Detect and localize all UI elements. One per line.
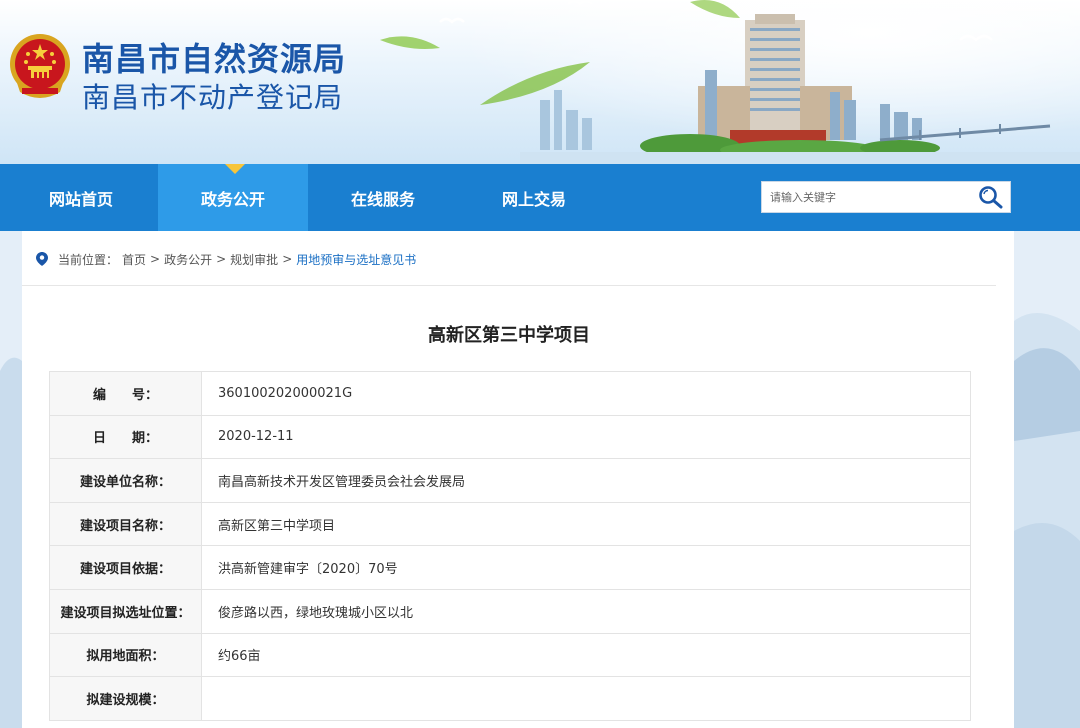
search-icon[interactable] (976, 184, 1006, 210)
breadcrumb: 当前位置： 首页 > 政务公开 > 规划审批 > 用地预审与选址意见书 (36, 251, 416, 267)
field-label-construction-scale: 拟建设规模： (49, 676, 202, 721)
field-label-site-location: 建设项目拟选址位置： (49, 588, 202, 634)
site-title-primary: 南昌市自然资源局 (82, 40, 347, 78)
search-box (761, 181, 1011, 213)
field-value-number: 360100202000021G (201, 371, 971, 416)
table-row: 建设单位名称： 南昌高新技术开发区管理委员会社会发展局 (49, 458, 971, 503)
field-label-land-area: 拟用地面积： (49, 632, 202, 678)
field-label-project-basis: 建设项目依据： (49, 545, 202, 590)
nav-item-online-trading[interactable]: 网上交易 (459, 164, 609, 231)
nav-item-home[interactable]: 网站首页 (6, 164, 156, 231)
nav-item-government-affairs[interactable]: 政务公开 (158, 164, 308, 231)
table-row: 拟建设规模： (49, 676, 971, 721)
field-value-project-basis: 洪高新管建审字〔2020〕70号 (201, 545, 971, 590)
field-value-date: 2020-12-11 (201, 414, 971, 460)
location-pin-icon (36, 252, 48, 266)
field-label-project-name: 建设项目名称： (49, 501, 202, 547)
active-nav-indicator (225, 164, 245, 174)
breadcrumb-current[interactable]: 用地预审与选址意见书 (296, 251, 416, 268)
field-label-date: 日 期： (49, 414, 202, 460)
breadcrumb-separator: > (150, 252, 161, 266)
breadcrumb-government-affairs[interactable]: 政务公开 (164, 251, 212, 268)
field-label-construction-unit: 建设单位名称： (49, 458, 202, 503)
breadcrumb-separator: > (216, 252, 227, 266)
field-label-number: 编 号： (49, 371, 202, 416)
table-row: 日 期： 2020-12-11 (49, 414, 971, 460)
table-row: 建设项目拟选址位置： 俊彦路以西，绿地玫瑰城小区以北 (49, 588, 971, 634)
breadcrumb-planning-approval[interactable]: 规划审批 (230, 251, 278, 268)
divider (22, 285, 996, 286)
national-emblem-icon (10, 34, 70, 98)
site-title-secondary: 南昌市不动产登记局 (82, 81, 344, 114)
cityscape-banner-image (380, 0, 1080, 164)
field-value-site-location: 俊彦路以西，绿地玫瑰城小区以北 (201, 588, 971, 634)
breadcrumb-home[interactable]: 首页 (122, 251, 146, 268)
article-container: 当前位置： 首页 > 政务公开 > 规划审批 > 用地预审与选址意见书 高新区第… (22, 231, 1014, 728)
field-value-construction-unit: 南昌高新技术开发区管理委员会社会发展局 (201, 458, 971, 503)
site-header: 南昌市自然资源局 南昌市不动产登记局 (0, 0, 1080, 164)
table-row: 编 号： 360100202000021G (49, 371, 971, 416)
field-value-project-name: 高新区第三中学项目 (201, 501, 971, 547)
table-row: 建设项目名称： 高新区第三中学项目 (49, 501, 971, 547)
project-info-table: 编 号： 360100202000021G 日 期： 2020-12-11 建设… (49, 371, 971, 721)
breadcrumb-prefix: 当前位置： (58, 252, 119, 267)
field-value-land-area: 约66亩 (201, 632, 971, 678)
table-row: 拟用地面积： 约66亩 (49, 632, 971, 678)
article-title: 高新区第三中学项目 (428, 325, 590, 346)
field-value-construction-scale (201, 676, 971, 721)
breadcrumb-separator: > (282, 252, 293, 266)
table-row: 建设项目依据： 洪高新管建审字〔2020〕70号 (49, 545, 971, 590)
nav-item-online-services[interactable]: 在线服务 (308, 164, 458, 231)
search-input[interactable] (762, 182, 972, 212)
